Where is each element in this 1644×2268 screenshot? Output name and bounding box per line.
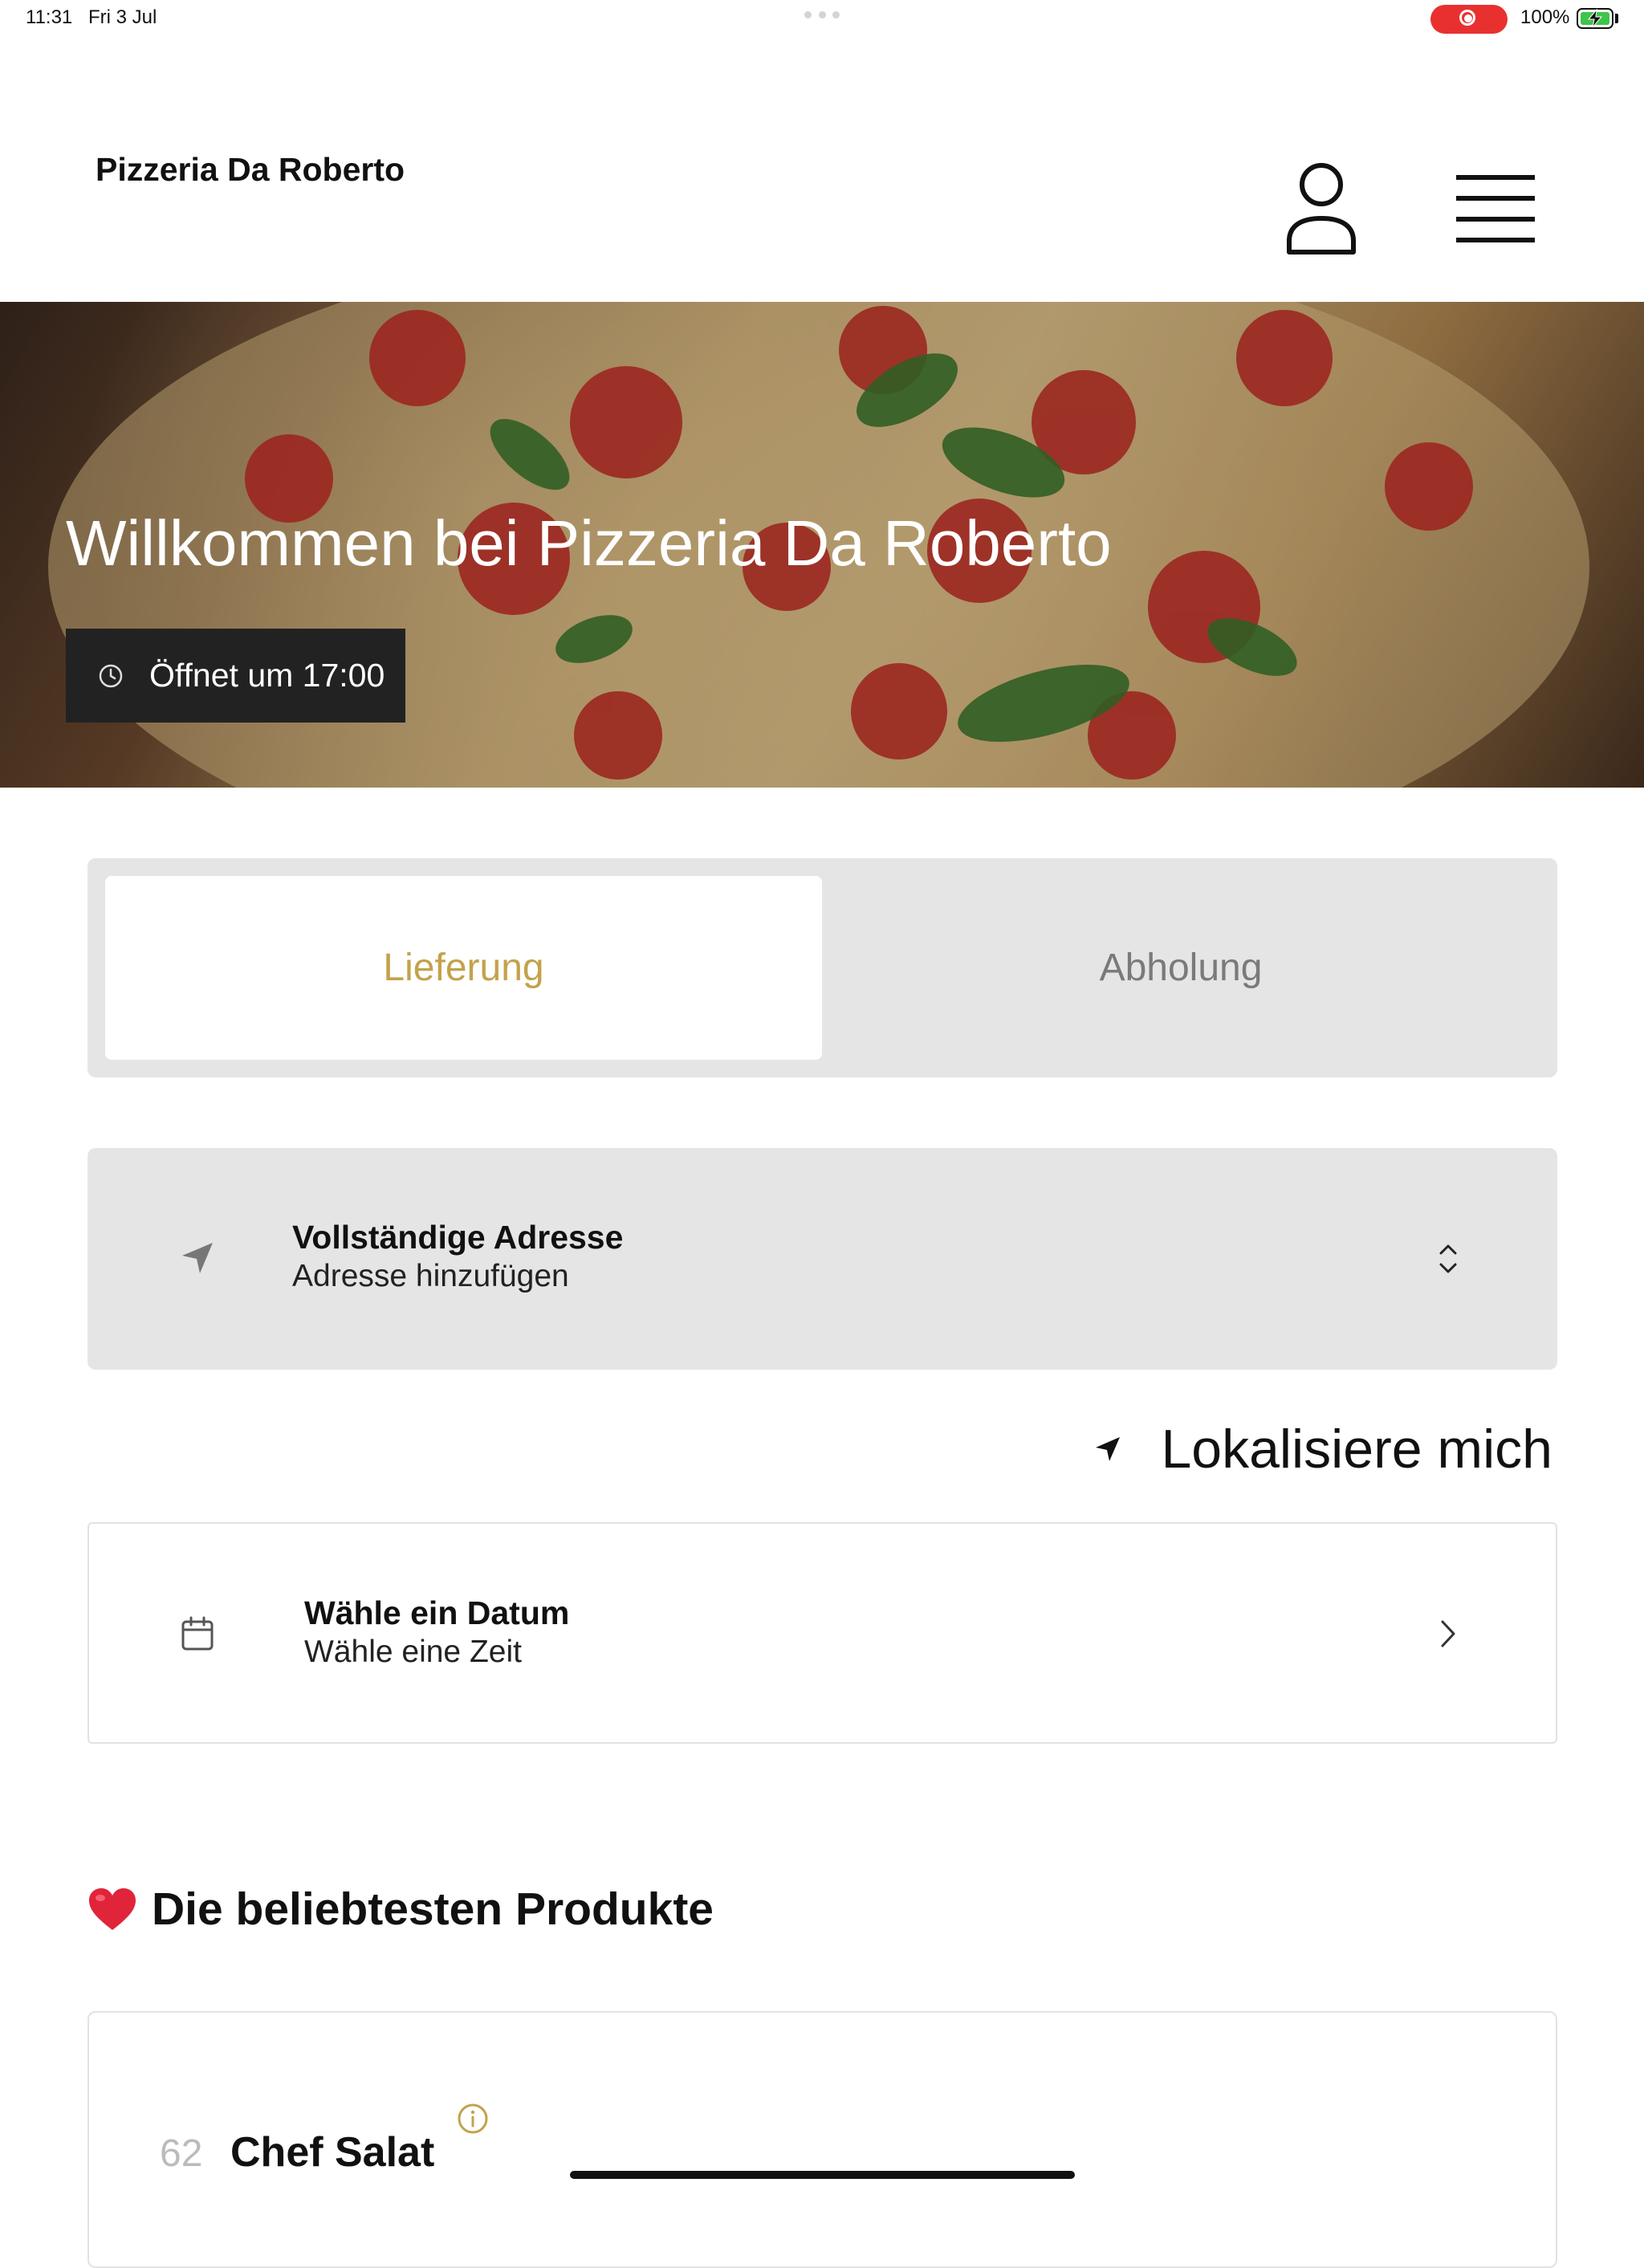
heart-icon <box>89 1888 136 1930</box>
tab-delivery-label: Lieferung <box>383 947 544 989</box>
battery-tip <box>1615 14 1618 23</box>
info-icon[interactable] <box>457 2103 489 2135</box>
status-date: Fri 3 Jul <box>88 6 157 28</box>
date-time-selector[interactable]: Wähle ein Datum Wähle eine Zeit <box>87 1522 1557 1744</box>
calendar-icon <box>181 1616 214 1651</box>
tab-pickup-label: Abholung <box>1099 947 1263 989</box>
address-selector[interactable]: Vollständige Adresse Adresse hinzufügen <box>87 1148 1557 1370</box>
hero-banner: Willkommen bei Pizzeria Da Roberto Öffne… <box>0 302 1644 788</box>
battery-percentage: 100% <box>1520 6 1570 28</box>
clock-icon <box>99 664 123 687</box>
hamburger-menu-icon[interactable] <box>1456 175 1535 242</box>
brand-title[interactable]: Pizzeria Da Roberto <box>96 151 405 189</box>
tab-delivery[interactable]: Lieferung <box>105 876 822 1060</box>
date-title: Wähle ein Datum <box>304 1594 570 1631</box>
charging-bolt-icon <box>1587 9 1603 28</box>
popular-products-heading: Die beliebtesten Produkte <box>87 1883 714 1936</box>
status-time: 11:31 <box>26 6 73 28</box>
tab-pickup[interactable]: Abholung <box>822 876 1540 1060</box>
opening-hours-text: Öffnet um 17:00 <box>149 657 385 694</box>
multitasking-dots-icon[interactable] <box>804 11 840 19</box>
app-header: Pizzeria Da Roberto <box>0 39 1644 302</box>
order-mode-toggle: Lieferung Abholung <box>87 858 1557 1077</box>
locate-me-button[interactable]: Lokalisiere mich <box>1093 1418 1552 1480</box>
time-subtitle: Wähle eine Zeit <box>304 1635 522 1669</box>
section-title: Die beliebtesten Produkte <box>152 1883 714 1935</box>
locate-me-label: Lokalisiere mich <box>1161 1419 1552 1480</box>
home-indicator[interactable] <box>570 2171 1075 2179</box>
opening-hours-badge: Öffnet um 17:00 <box>66 629 405 723</box>
screen-recording-icon[interactable] <box>1430 5 1508 34</box>
product-card[interactable]: 62 Chef Salat <box>87 2011 1557 2268</box>
user-icon[interactable] <box>1284 161 1358 257</box>
chevron-up-down-icon <box>1439 1244 1457 1273</box>
chevron-right-icon <box>1441 1620 1455 1647</box>
location-arrow-icon <box>1096 1437 1121 1461</box>
product-number: 62 <box>160 2132 203 2175</box>
status-bar: 11:31 Fri 3 Jul 100% <box>0 0 1644 39</box>
product-name: Chef Salat <box>230 2129 435 2176</box>
location-arrow-icon <box>182 1243 213 1273</box>
address-placeholder: Adresse hinzufügen <box>292 1259 569 1293</box>
address-title: Vollständige Adresse <box>292 1219 624 1256</box>
hero-title: Willkommen bei Pizzeria Da Roberto <box>66 507 1112 579</box>
